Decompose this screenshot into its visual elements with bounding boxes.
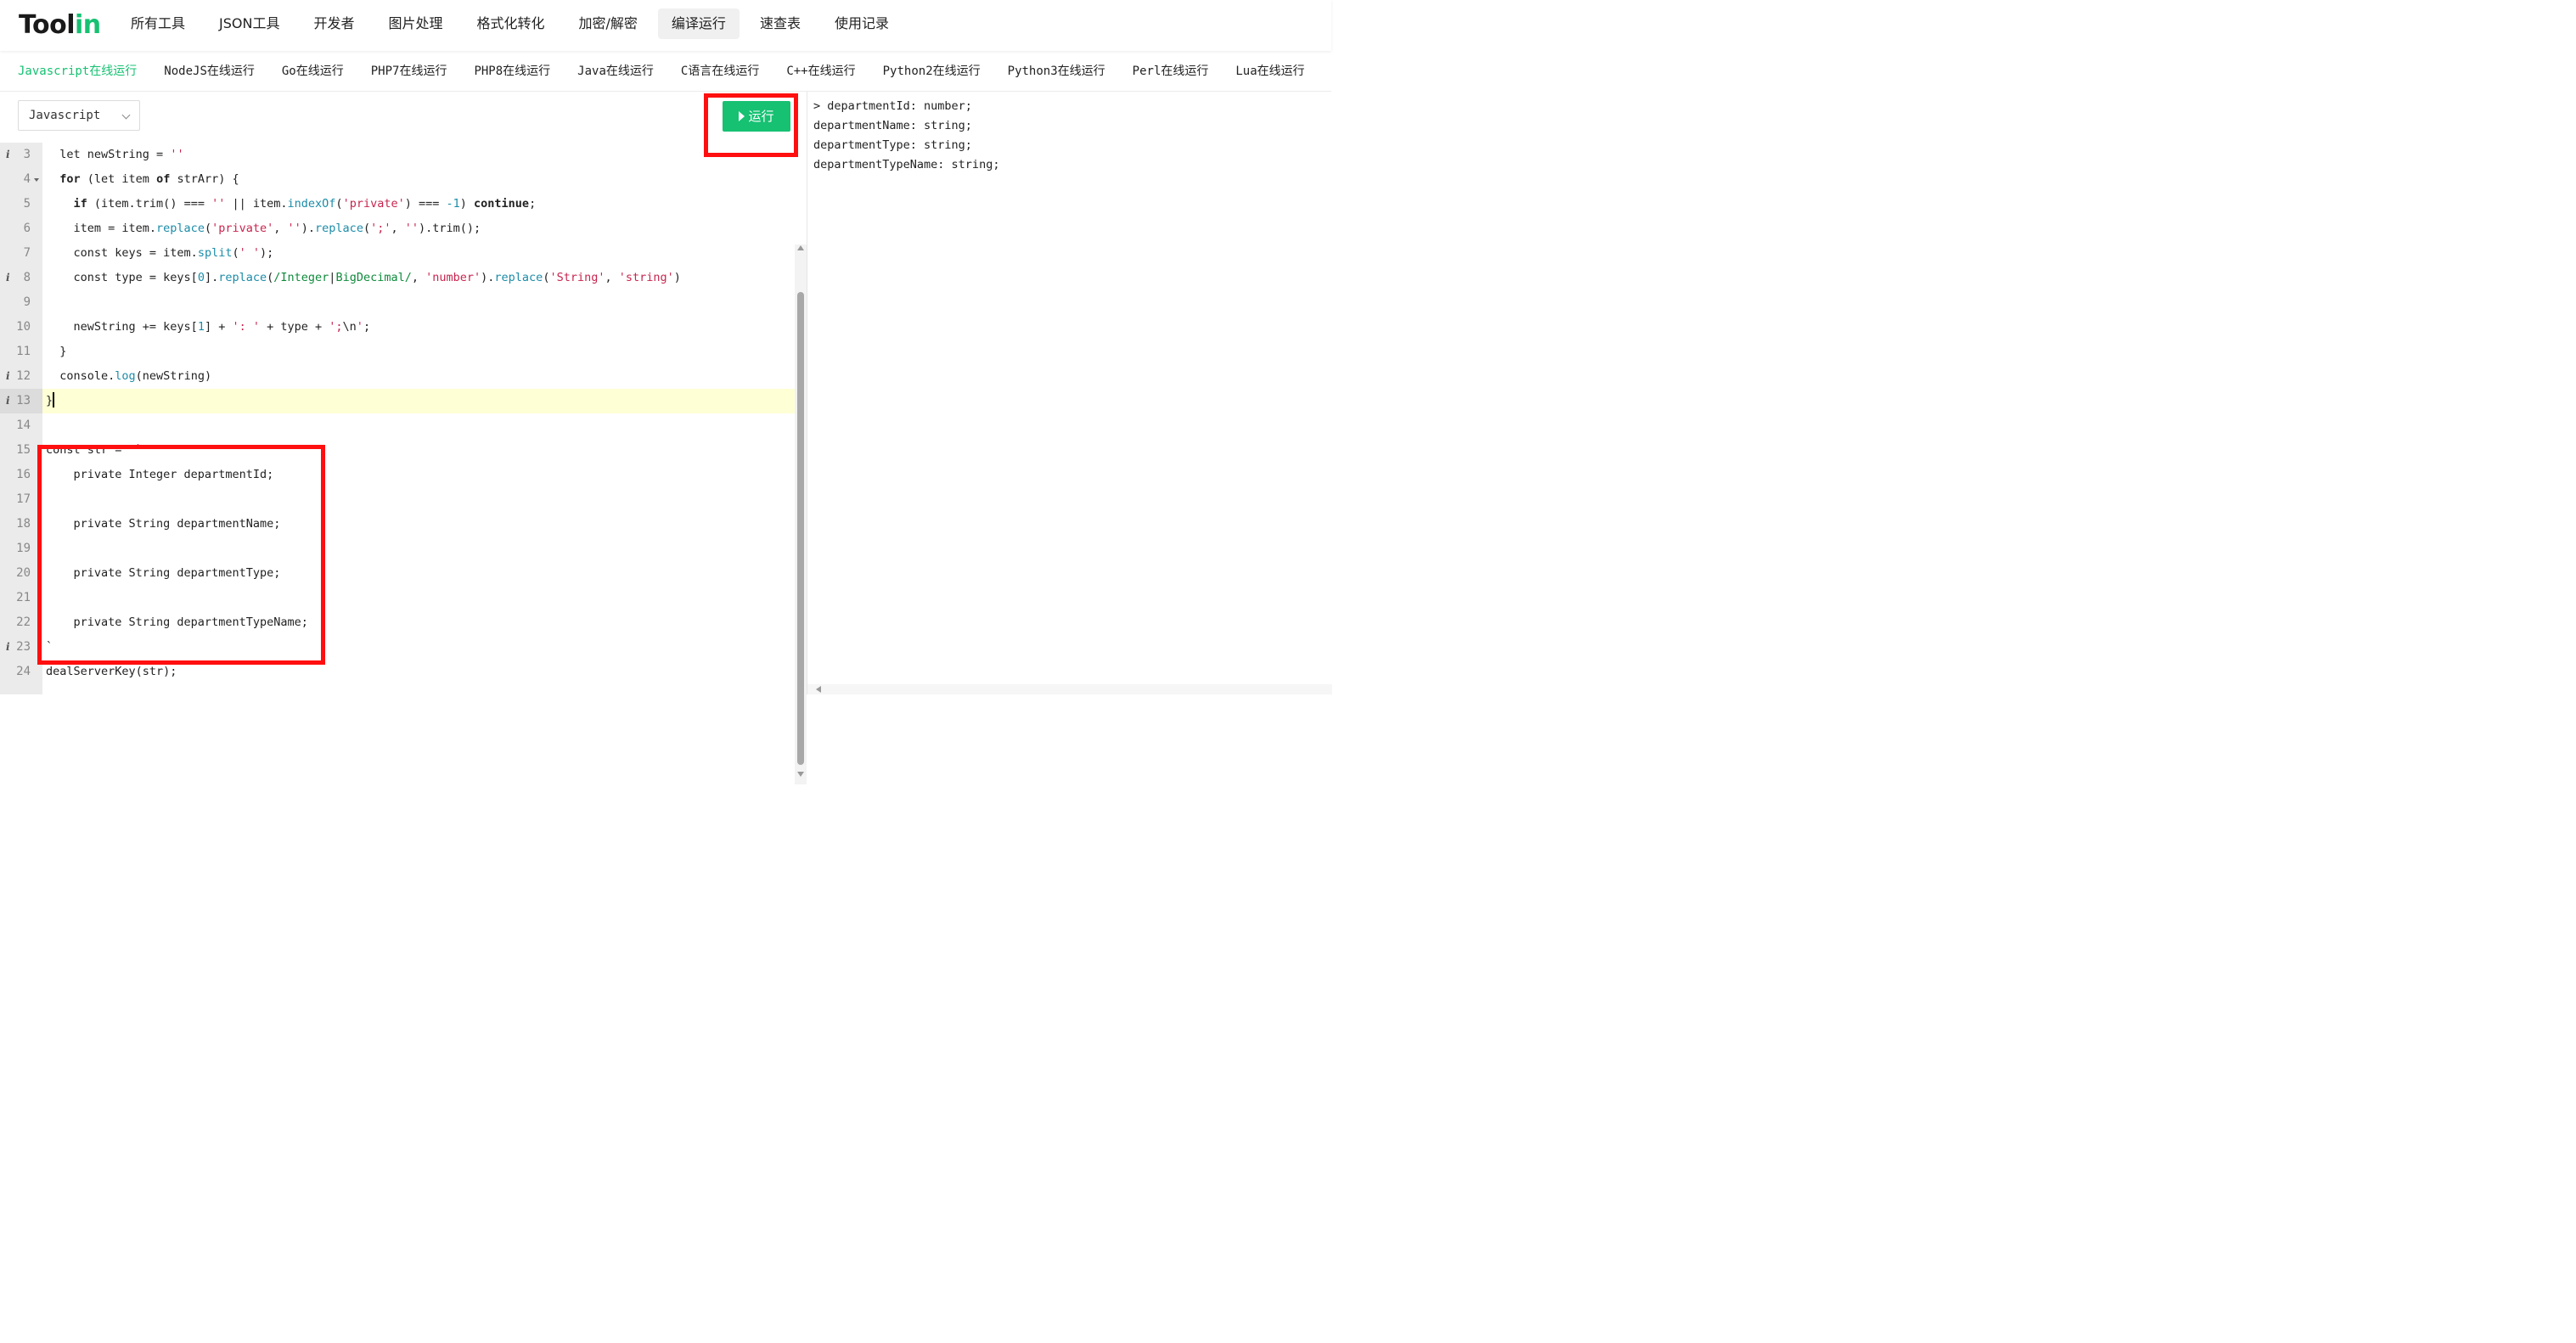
scroll-down-arrow-icon[interactable]	[797, 772, 804, 777]
play-icon	[739, 111, 745, 121]
tab-javascript[interactable]: Javascript在线运行	[4, 54, 150, 88]
nav-item-cheatsheet[interactable]: 速查表	[746, 8, 814, 39]
line-number: 18	[16, 517, 31, 531]
line-number: 24	[16, 665, 31, 678]
line-number: 9	[23, 295, 31, 309]
line-number: 23	[16, 640, 31, 654]
code-line: 11 }	[0, 340, 795, 364]
output-horizontal-scrollbar[interactable]	[807, 684, 1332, 694]
output-line: departmentName: string;	[813, 119, 972, 132]
nav-item-compile-run[interactable]: 编译运行	[657, 8, 740, 39]
code-text: }	[46, 392, 55, 407]
line-number: 17	[16, 492, 31, 506]
code-line: 9	[0, 290, 795, 315]
tab-python2[interactable]: Python2在线运行	[869, 54, 994, 88]
chevron-down-icon	[121, 110, 131, 120]
line-number: 20	[16, 566, 31, 580]
code-text: const keys = item.split(' ');	[46, 246, 274, 260]
logo-accent-text: in	[74, 10, 101, 40]
tab-nodejs[interactable]: NodeJS在线运行	[150, 54, 268, 88]
top-navbar: Toolin 所有工具 JSON工具 开发者 图片处理 格式化转化 加密/解密 …	[0, 0, 1331, 51]
output-line: departmentTypeName: string;	[813, 158, 1000, 171]
nav-item-encrypt-decrypt[interactable]: 加密/解密	[565, 8, 651, 39]
logo[interactable]: Toolin	[19, 10, 101, 40]
code-text: if (item.trim() === '' || item.indexOf('…	[73, 197, 537, 211]
code-text: console.log(newString)	[46, 369, 212, 383]
nav-item-image-processing[interactable]: 图片处理	[374, 8, 456, 39]
tab-perl[interactable]: Perl在线运行	[1119, 54, 1223, 88]
language-tabs: Javascript在线运行 NodeJS在线运行 Go在线运行 PHP7在线运…	[0, 54, 1331, 92]
code-line: 10 newString += keys[1] + ': ' + type + …	[0, 315, 795, 340]
nav-item-format-conversion[interactable]: 格式化转化	[464, 8, 559, 39]
code-text: item = item.replace('private', '').repla…	[46, 222, 481, 235]
code-line: 4 for (let item of strArr) {	[0, 167, 795, 192]
line-number: 10	[16, 320, 31, 334]
scrollbar-thumb[interactable]	[797, 292, 804, 765]
language-select[interactable]: Javascript	[18, 100, 140, 131]
line-number: 11	[16, 345, 31, 358]
run-button[interactable]: 运行	[723, 101, 790, 132]
code-text: }	[46, 345, 67, 358]
scroll-left-arrow-icon[interactable]	[816, 686, 821, 693]
tab-lua[interactable]: Lua在线运行	[1222, 54, 1318, 88]
code-text: let newString = ''	[46, 148, 184, 161]
logo-text: Tool	[19, 10, 75, 40]
nav-item-all-tools[interactable]: 所有工具	[117, 8, 199, 39]
line-number: 14	[16, 419, 31, 432]
tab-c[interactable]: C语言在线运行	[667, 54, 773, 88]
fold-arrow-icon[interactable]	[34, 178, 39, 182]
code-line-current: 13 i }	[0, 389, 795, 413]
code-line: i 12 console.log(newString)	[0, 364, 795, 389]
line-number: 6	[23, 222, 31, 235]
code-line: i 8 const type = keys[0].replace(/Intege…	[0, 266, 795, 290]
line-number: 8	[23, 271, 31, 284]
line-number: 21	[16, 591, 31, 604]
tab-cpp[interactable]: C++在线运行	[773, 54, 869, 88]
language-select-value: Javascript	[29, 109, 101, 122]
output-pane: > departmentId: number; departmentName: …	[807, 92, 1332, 694]
code-line: 6 item = item.replace('private', '').rep…	[0, 216, 795, 241]
tab-php8[interactable]: PHP8在线运行	[460, 54, 564, 88]
tab-java[interactable]: Java在线运行	[564, 54, 667, 88]
info-icon[interactable]: i	[6, 389, 10, 413]
line-number: 22	[16, 615, 31, 629]
code-highlight-box	[37, 445, 325, 665]
code-text: const type = keys[0].replace(/Integer|Bi…	[46, 271, 681, 284]
code-line: 5 if (item.trim() === '' || item.indexOf…	[0, 192, 795, 216]
code-line: 14	[0, 413, 795, 438]
main-nav: 所有工具 JSON工具 开发者 图片处理 格式化转化 加密/解密 编译运行 速查…	[117, 8, 909, 39]
tab-go[interactable]: Go在线运行	[268, 54, 357, 88]
line-number: 3	[23, 148, 31, 161]
line-number: 15	[16, 443, 31, 457]
line-number: 19	[16, 542, 31, 555]
scroll-up-arrow-icon[interactable]	[797, 245, 804, 250]
run-button-label: 运行	[748, 109, 774, 124]
output-line: > departmentId: number;	[813, 99, 972, 113]
tab-php7[interactable]: PHP7在线运行	[357, 54, 461, 88]
nav-item-history[interactable]: 使用记录	[821, 8, 903, 39]
code-line: 7 const keys = item.split(' ');	[0, 241, 795, 266]
code-text: for (let item of strArr) {	[59, 172, 239, 186]
line-number: 12	[16, 369, 31, 383]
line-number: 16	[16, 468, 31, 481]
editor-vertical-scrollbar[interactable]	[795, 244, 807, 784]
nav-item-json-tools[interactable]: JSON工具	[205, 8, 293, 39]
line-number: 5	[23, 197, 31, 211]
code-text: newString += keys[1] + ': ' + type + ';\…	[46, 320, 371, 334]
line-number: 7	[23, 246, 31, 260]
output-line: departmentType: string;	[813, 138, 972, 152]
text-cursor	[53, 392, 55, 407]
code-line: i 3 let newString = ''	[0, 143, 795, 167]
nav-item-developer[interactable]: 开发者	[300, 8, 368, 39]
tab-python3[interactable]: Python3在线运行	[994, 54, 1119, 88]
